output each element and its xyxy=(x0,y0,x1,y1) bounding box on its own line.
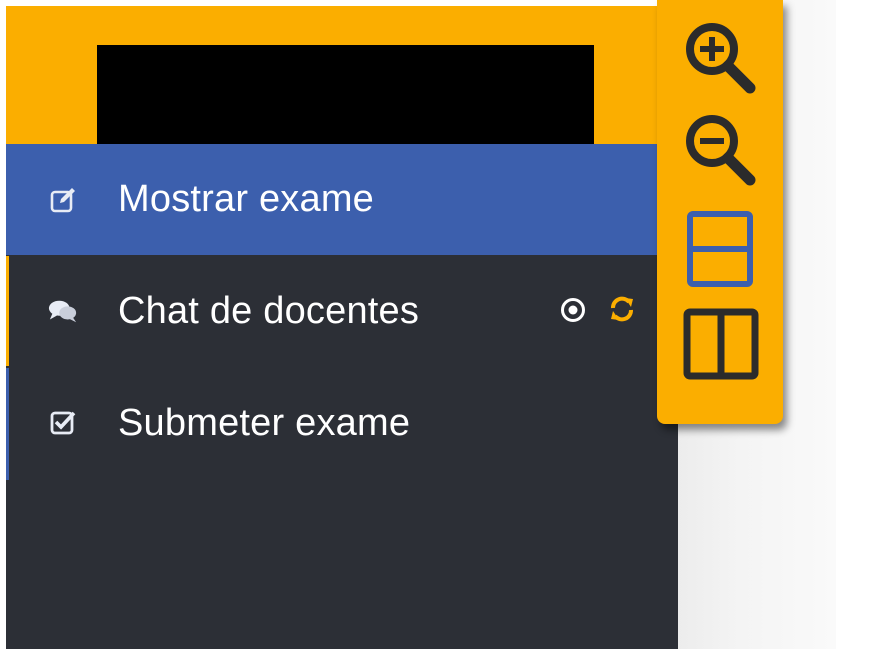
menu-item-label: Mostrar exame xyxy=(118,178,375,220)
app-viewport: Mostrar exame Chat de docentes Submeter … xyxy=(0,0,873,649)
refresh-icon[interactable] xyxy=(608,290,636,333)
redacted-logo xyxy=(97,45,594,144)
menu-item-label: Submeter exame xyxy=(118,401,411,444)
zoom-in-button[interactable] xyxy=(679,20,763,104)
menu-item-chat-de-docentes[interactable]: Chat de docentes xyxy=(6,255,678,367)
chat-icon xyxy=(48,296,78,326)
target-circle-icon[interactable] xyxy=(560,290,586,333)
split-vertical-button[interactable] xyxy=(679,304,763,388)
sidebar-header xyxy=(6,6,678,144)
split-horizontal-button[interactable] xyxy=(679,208,763,292)
zoom-in-icon xyxy=(680,19,762,106)
edit-icon xyxy=(48,185,78,215)
menu-item-label: Chat de docentes xyxy=(118,289,420,332)
menu-item-mostrar-exame[interactable]: Mostrar exame xyxy=(6,144,678,255)
zoom-out-button[interactable] xyxy=(679,110,763,194)
split-vertical-icon xyxy=(680,303,762,390)
menu-item-submeter-exame[interactable]: Submeter exame xyxy=(6,367,678,479)
sidebar: Mostrar exame Chat de docentes Submeter … xyxy=(6,6,678,649)
chat-actions xyxy=(560,290,636,333)
split-horizontal-icon xyxy=(680,207,762,294)
zoom-out-icon xyxy=(680,109,762,196)
checkbox-icon xyxy=(48,408,78,438)
viewer-toolbar xyxy=(657,0,783,424)
sidebar-menu: Mostrar exame Chat de docentes Submeter … xyxy=(6,144,678,479)
